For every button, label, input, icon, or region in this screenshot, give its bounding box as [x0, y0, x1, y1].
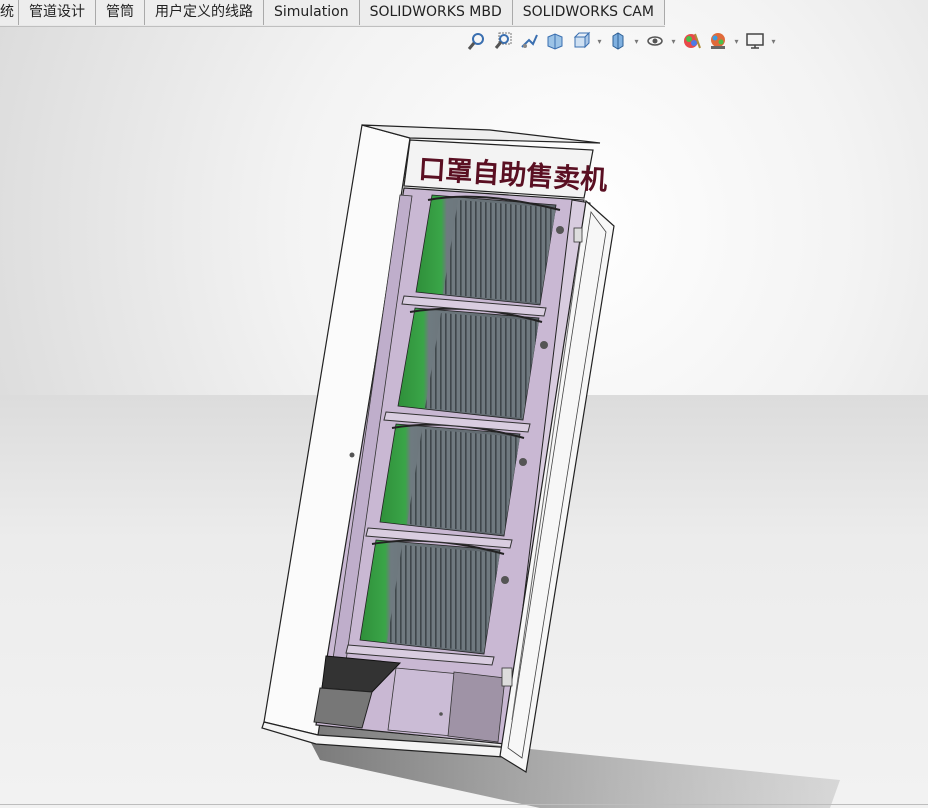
- chevron-down-icon[interactable]: ▾: [670, 37, 677, 46]
- previous-view-icon[interactable]: [518, 30, 540, 52]
- tab-system[interactable]: 统: [0, 0, 19, 25]
- display-style-icon[interactable]: [607, 30, 629, 52]
- zoom-to-area-icon[interactable]: [492, 30, 514, 52]
- tab-piping[interactable]: 管道设计: [19, 0, 96, 25]
- chevron-down-icon[interactable]: ▾: [770, 37, 777, 46]
- edit-appearance-icon[interactable]: [681, 30, 703, 52]
- tab-user-defined-route[interactable]: 用户定义的线路: [145, 0, 264, 25]
- view-settings-icon[interactable]: [744, 30, 766, 52]
- section-view-icon[interactable]: [544, 30, 566, 52]
- vending-machine-model[interactable]: 口罩自助售卖机: [0, 0, 928, 808]
- hide-show-items-icon[interactable]: [644, 30, 666, 52]
- tab-solidworks-cam[interactable]: SOLIDWORKS CAM: [512, 0, 665, 25]
- chevron-down-icon[interactable]: ▾: [733, 37, 740, 46]
- heads-up-view-toolbar: ▾ ▾ ▾ ▾ ▾: [466, 29, 777, 53]
- status-divider: [0, 804, 928, 805]
- apply-scene-icon[interactable]: [707, 30, 729, 52]
- tab-simulation[interactable]: Simulation: [264, 0, 360, 25]
- floor-shadow: [300, 722, 840, 808]
- tab-tubing[interactable]: 管筒: [96, 0, 145, 25]
- chevron-down-icon[interactable]: ▾: [633, 37, 640, 46]
- coil-rack-2: [397, 307, 543, 421]
- coil-rack-3: [379, 423, 525, 537]
- command-manager-tabs: 统 管道设计 管筒 用户定义的线路 Simulation SOLIDWORKS …: [0, 0, 665, 27]
- view-orientation-icon[interactable]: [570, 30, 592, 52]
- zoom-to-fit-icon[interactable]: [466, 30, 488, 52]
- coil-rack-1: [415, 194, 561, 306]
- coil-rack-4: [359, 539, 505, 655]
- tab-solidworks-mbd[interactable]: SOLIDWORKS MBD: [359, 0, 513, 25]
- chevron-down-icon[interactable]: ▾: [596, 37, 603, 46]
